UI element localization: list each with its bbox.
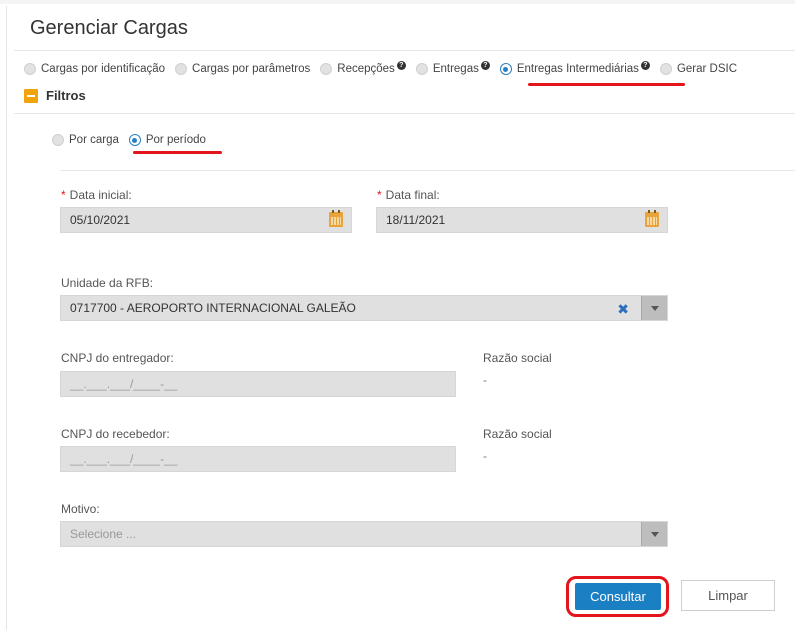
cnpj-recebedor-label: CNPJ do recebedor: <box>61 427 170 441</box>
section-divider <box>60 170 795 171</box>
tab-label: Entregas Intermediárias <box>516 63 639 75</box>
data-inicial-value: 05/10/2021 <box>70 213 131 227</box>
tab-label: Entregas <box>432 63 479 75</box>
filters-header[interactable]: Filtros <box>24 88 86 103</box>
page-title: Gerenciar Cargas <box>30 17 188 39</box>
minus-icon[interactable] <box>24 88 38 103</box>
mode-por-carga[interactable]: Por carga <box>52 134 119 146</box>
unidade-select[interactable]: 0717700 - AEROPORTO INTERNACIONAL GALEÃO… <box>60 295 668 321</box>
cnpj-entregador-input[interactable]: __.___.___/____-__ <box>60 371 456 397</box>
limpar-button[interactable]: Limpar <box>681 580 775 611</box>
tab-recepcoes[interactable]: Recepções ? <box>320 60 406 75</box>
help-icon[interactable]: ? <box>480 60 490 70</box>
required-icon: * <box>377 188 382 202</box>
motivo-label: Motivo: <box>61 502 100 516</box>
tab-cargas-parametros[interactable]: Cargas por parâmetros <box>175 63 310 75</box>
data-final-value: 18/11/2021 <box>386 213 446 227</box>
radio-icon[interactable] <box>175 63 188 75</box>
motivo-select[interactable]: Selecione ... <box>60 521 668 547</box>
top-edge <box>0 0 795 4</box>
radio-icon[interactable] <box>52 134 64 146</box>
filters-label: Filtros <box>46 88 86 103</box>
radio-icon[interactable] <box>415 63 428 75</box>
cnpj-recebedor-input[interactable]: __.___.___/____-__ <box>60 446 456 472</box>
data-inicial-input[interactable]: 05/10/2021 <box>60 207 352 233</box>
razao-social-value: - <box>483 373 487 387</box>
cnpj-mask: __.___.___/____-__ <box>70 452 178 466</box>
mode-label: Por carga <box>69 134 119 146</box>
data-final-input[interactable]: 18/11/2021 <box>376 207 668 233</box>
motivo-placeholder: Selecione ... <box>70 527 137 541</box>
radio-checked-icon[interactable] <box>499 63 512 75</box>
chevron-down-icon[interactable] <box>641 296 667 320</box>
tab-entregas[interactable]: Entregas ? <box>415 60 490 75</box>
radio-icon[interactable] <box>659 63 672 75</box>
razao-social-label: Razão social <box>483 427 552 441</box>
title-divider <box>14 50 795 51</box>
unidade-value: 0717700 - AEROPORTO INTERNACIONAL GALEÃO <box>70 301 356 315</box>
unidade-label: Unidade da RFB: <box>61 276 154 290</box>
mode-label: Por período <box>145 134 206 146</box>
filter-mode-group: Por carga Por período <box>52 134 216 146</box>
clear-icon[interactable]: ✖ <box>617 301 629 318</box>
tab-label: Cargas por identificação <box>41 63 166 75</box>
required-icon: * <box>61 188 66 202</box>
mode-por-periodo[interactable]: Por período <box>128 134 206 146</box>
cnpj-entregador-label: CNPJ do entregador: <box>61 351 174 365</box>
tab-radio-group: Cargas por identificação Cargas por parâ… <box>24 60 747 75</box>
left-edge <box>6 6 7 630</box>
consultar-button[interactable]: Consultar <box>575 583 661 610</box>
razao-social-label: Razão social <box>483 351 552 365</box>
tab-cargas-identificacao[interactable]: Cargas por identificação <box>24 63 165 75</box>
highlight-underline <box>528 83 685 86</box>
radio-icon[interactable] <box>24 63 36 75</box>
tab-label: Gerar DSIC <box>676 63 738 75</box>
help-icon[interactable]: ? <box>640 60 650 70</box>
cnpj-mask: __.___.___/____-__ <box>70 377 178 391</box>
chevron-down-icon[interactable] <box>641 522 667 546</box>
calendar-icon[interactable] <box>329 210 343 227</box>
tab-label: Cargas por parâmetros <box>192 63 311 75</box>
calendar-icon[interactable] <box>645 210 659 227</box>
tab-gerar-dsic[interactable]: Gerar DSIC <box>659 63 738 75</box>
data-inicial-label: * Data inicial: <box>61 188 132 202</box>
razao-social-value: - <box>483 449 487 463</box>
highlight-underline <box>133 151 222 154</box>
tab-entregas-intermediarias[interactable]: Entregas Intermediárias ? <box>499 60 650 75</box>
data-final-label: * Data final: <box>377 188 440 202</box>
tab-label: Recepções <box>337 63 395 75</box>
radio-icon[interactable] <box>320 63 333 75</box>
radio-checked-icon[interactable] <box>128 134 141 146</box>
help-icon[interactable]: ? <box>396 60 406 70</box>
